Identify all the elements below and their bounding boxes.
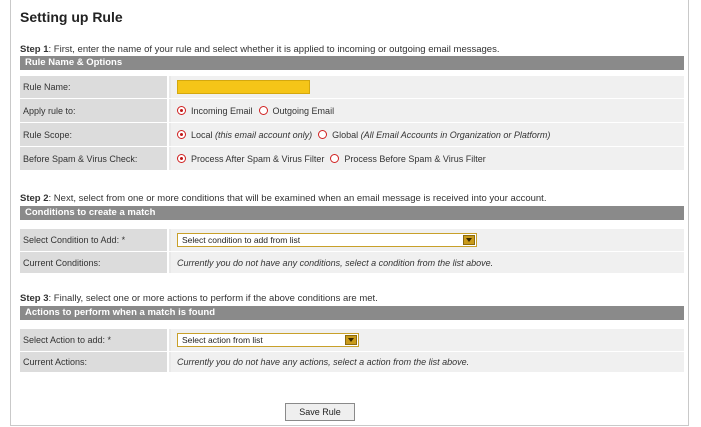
- current-conditions-label: Current Conditions:: [20, 252, 169, 273]
- step3-label: Step 3: [20, 293, 49, 304]
- step2-label: Step 2: [20, 193, 49, 204]
- apply-incoming-label: Incoming Email: [191, 105, 253, 116]
- rule-name-cell: [171, 76, 684, 98]
- radio-incoming-icon[interactable]: [177, 106, 186, 115]
- spam-before-option[interactable]: Process Before Spam & Virus Filter: [330, 153, 486, 164]
- step1-label: Step 1: [20, 44, 49, 55]
- select-action-cell: Select action from list: [171, 329, 684, 351]
- spam-check-row: Before Spam & Virus Check: Process After…: [20, 147, 684, 171]
- current-actions-label: Current Actions:: [20, 352, 169, 372]
- conditions-header: Conditions to create a match: [20, 206, 684, 220]
- chevron-down-icon[interactable]: [463, 235, 475, 245]
- rule-name-input[interactable]: [177, 80, 310, 94]
- apply-rule-label: Apply rule to:: [20, 99, 169, 122]
- step3-text: : Finally, select one or more actions to…: [48, 293, 378, 304]
- spam-after-label: Process After Spam & Virus Filter: [191, 153, 325, 164]
- radio-global-icon[interactable]: [318, 130, 328, 139]
- radio-before-icon[interactable]: [330, 154, 340, 163]
- apply-incoming-option[interactable]: Incoming Email: [177, 106, 253, 116]
- chevron-down-icon[interactable]: [345, 335, 357, 345]
- scope-global-label: Global: [332, 129, 359, 140]
- step2-instructions: Step 2: Next, select from one or more co…: [20, 193, 546, 204]
- select-condition-cell: Select condition to add from list: [171, 229, 684, 251]
- radio-after-icon[interactable]: [177, 154, 186, 163]
- actions-header: Actions to perform when a match is found: [20, 306, 684, 320]
- condition-select[interactable]: Select condition to add from list: [177, 233, 477, 247]
- spam-check-options: Process After Spam & Virus Filter Proces…: [171, 147, 684, 170]
- apply-outgoing-label: Outgoing Email: [272, 105, 335, 116]
- select-action-label: Select Action to add: *: [20, 329, 169, 351]
- spam-after-option[interactable]: Process After Spam & Virus Filter: [177, 154, 324, 164]
- select-condition-label: Select Condition to Add: *: [20, 229, 169, 251]
- action-select[interactable]: Select action from list: [177, 333, 359, 347]
- scope-global-option[interactable]: Global (All Email Accounts in Organizati…: [318, 130, 550, 140]
- step3-instructions: Step 3: Finally, select one or more acti…: [20, 293, 378, 304]
- rule-name-row: Rule Name:: [20, 76, 684, 99]
- select-action-row: Select Action to add: * Select action fr…: [20, 329, 684, 352]
- current-actions-value: Currently you do not have any actions, s…: [177, 357, 470, 367]
- step1-text: : First, enter the name of your rule and…: [48, 44, 500, 55]
- current-actions-cell: Currently you do not have any actions, s…: [171, 352, 684, 372]
- action-select-value: Select action from list: [182, 335, 263, 345]
- rule-scope-options: Local (this email account only) Global (…: [171, 123, 684, 146]
- rule-scope-label: Rule Scope:: [20, 123, 169, 146]
- rule-scope-row: Rule Scope: Local (this email account on…: [20, 123, 684, 147]
- current-actions-row: Current Actions: Currently you do not ha…: [20, 352, 684, 373]
- radio-outgoing-icon[interactable]: [258, 106, 268, 115]
- save-rule-button[interactable]: Save Rule: [285, 403, 355, 421]
- condition-select-value: Select condition to add from list: [182, 235, 301, 245]
- rule-name-label: Rule Name:: [20, 76, 169, 98]
- scope-local-option[interactable]: Local (this email account only): [177, 130, 312, 140]
- current-conditions-row: Current Conditions: Currently you do not…: [20, 252, 684, 274]
- scope-local-label: Local: [191, 129, 213, 140]
- rule-options-header: Rule Name & Options: [20, 56, 684, 70]
- page-title: Setting up Rule: [20, 9, 123, 25]
- current-conditions-value: Currently you do not have any conditions…: [177, 257, 494, 268]
- scope-local-note: (this email account only): [215, 129, 313, 140]
- select-condition-row: Select Condition to Add: * Select condit…: [20, 229, 684, 252]
- scope-global-note: (All Email Accounts in Organization or P…: [360, 129, 551, 140]
- current-conditions-cell: Currently you do not have any conditions…: [171, 252, 684, 273]
- spam-check-label: Before Spam & Virus Check:: [20, 147, 169, 170]
- apply-rule-row: Apply rule to: Incoming Email Outgoing E…: [20, 99, 684, 123]
- radio-local-icon[interactable]: [177, 130, 186, 139]
- step2-text: : Next, select from one or more conditio…: [48, 193, 547, 204]
- apply-rule-options: Incoming Email Outgoing Email: [171, 99, 684, 122]
- spam-before-label: Process Before Spam & Virus Filter: [344, 153, 486, 164]
- apply-outgoing-option[interactable]: Outgoing Email: [258, 105, 335, 116]
- step1-instructions: Step 1: First, enter the name of your ru…: [20, 44, 499, 55]
